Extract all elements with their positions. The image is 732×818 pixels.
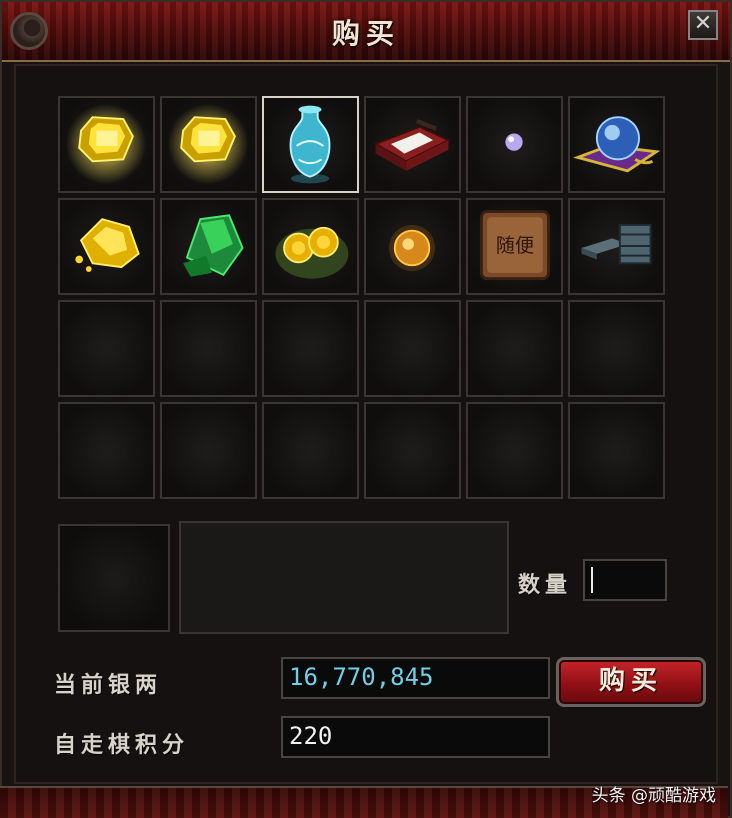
empty-item-slot[interactable] — [364, 300, 461, 397]
empty-item-slot[interactable] — [466, 300, 563, 397]
green-crystal-icon — [183, 214, 244, 277]
gold-coins-icon — [275, 226, 349, 279]
empty-item-slot[interactable] — [364, 402, 461, 499]
gold-nugget-icon — [75, 218, 140, 272]
watermark: 头条 @顽酷游戏 — [591, 786, 716, 806]
item-slot[interactable] — [568, 96, 665, 193]
item-description-box — [179, 521, 509, 634]
empty-item-slot[interactable] — [262, 300, 359, 397]
empty-item-slot[interactable] — [160, 300, 257, 397]
empty-item-slot[interactable] — [160, 402, 257, 499]
item-slot[interactable] — [160, 198, 257, 295]
empty-item-slot[interactable] — [262, 402, 359, 499]
token-block-icon: 随便 — [479, 210, 550, 281]
selected-item-preview — [58, 524, 170, 632]
empty-item-slot[interactable] — [466, 402, 563, 499]
empty-item-slot[interactable] — [58, 402, 155, 499]
empty-item-slot[interactable] — [568, 402, 665, 499]
item-slot[interactable] — [58, 198, 155, 295]
item-slot[interactable] — [568, 198, 665, 295]
yellow-gem-icon — [167, 103, 249, 185]
item-slot[interactable] — [364, 198, 461, 295]
close-button[interactable]: ✕ — [688, 10, 718, 40]
quantity-label: 数量 — [518, 572, 573, 598]
item-slot[interactable] — [160, 96, 257, 193]
jade-vase-icon — [289, 105, 331, 184]
item-slot[interactable] — [58, 96, 155, 193]
pearl-icon — [505, 133, 523, 151]
item-slot[interactable]: 随便 — [466, 198, 563, 295]
item-slot[interactable] — [364, 96, 461, 193]
silver-label: 当前银两 — [54, 672, 163, 698]
orange-orb-icon — [389, 224, 436, 271]
quantity-input[interactable] — [583, 559, 667, 601]
item-slot[interactable] — [466, 96, 563, 193]
item-slot-selected[interactable] — [262, 96, 359, 193]
buy-button[interactable]: 购买 — [556, 657, 706, 707]
item-grid: 随便 — [58, 96, 665, 499]
yellow-gem-icon — [65, 103, 147, 185]
text-caret — [591, 567, 593, 593]
books-icon — [581, 223, 652, 265]
empty-item-slot[interactable] — [58, 300, 155, 397]
title-bar[interactable]: 购买 ✕ — [2, 2, 730, 62]
crystal-ball-icon — [572, 116, 661, 173]
silver-value-field: 16,770,845 — [281, 657, 550, 699]
window-title: 购买 — [331, 17, 400, 50]
red-box-icon — [373, 119, 451, 171]
item-slot[interactable] — [262, 198, 359, 295]
empty-item-slot[interactable] — [568, 300, 665, 397]
token-label: 随便 — [496, 234, 534, 257]
points-label: 自走棋积分 — [54, 732, 190, 758]
points-value-field: 220 — [281, 716, 550, 758]
